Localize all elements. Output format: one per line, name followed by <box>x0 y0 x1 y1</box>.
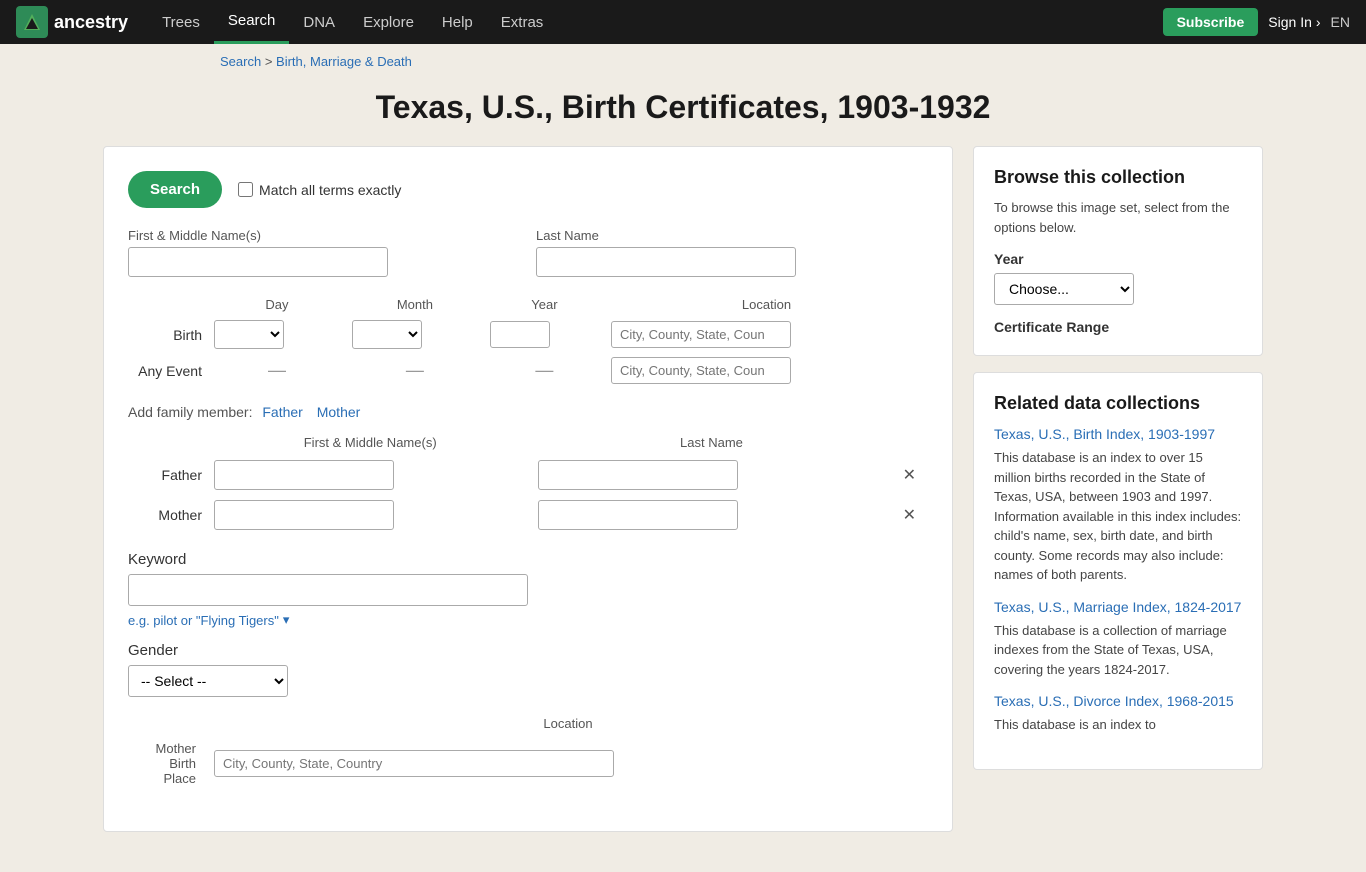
related-link-1[interactable]: Texas, U.S., Marriage Index, 1824-2017 <box>994 599 1242 615</box>
main-layout: Search Match all terms exactly First & M… <box>83 146 1283 872</box>
mother-label: Mother <box>128 495 208 535</box>
search-panel: Search Match all terms exactly First & M… <box>103 146 953 832</box>
signin-label: Sign In <box>1268 14 1312 30</box>
birth-day-select[interactable] <box>214 320 284 349</box>
col-month-header: Month <box>346 293 484 316</box>
father-last-name-input[interactable] <box>538 460 738 490</box>
nav-explore[interactable]: Explore <box>349 0 428 44</box>
subscribe-button[interactable]: Subscribe <box>1163 8 1259 36</box>
match-all-text: Match all terms exactly <box>259 182 401 198</box>
name-row: First & Middle Name(s) Last Name <box>128 228 928 277</box>
nav-links: Trees Search DNA Explore Help Extras <box>148 0 1163 44</box>
family-col-last: Last Name <box>532 430 890 455</box>
breadcrumb-separator: > <box>265 54 276 69</box>
keyword-section: Keyword e.g. pilot or "Flying Tigers" ▾ <box>128 551 928 628</box>
mother-birth-row: Mother BirthPlace <box>128 736 928 791</box>
father-first-name-input[interactable] <box>214 460 394 490</box>
keyword-hint-text: e.g. pilot or "Flying Tigers" <box>128 613 279 628</box>
nav-dna[interactable]: DNA <box>289 0 349 44</box>
mother-birth-place-section: Location Mother BirthPlace <box>128 711 928 791</box>
breadcrumb: Search > Birth, Marriage & Death <box>0 44 1366 79</box>
gender-label: Gender <box>128 642 928 659</box>
mother-birth-location-col: Location <box>208 711 928 736</box>
signin-arrow: › <box>1316 14 1321 30</box>
nav-search[interactable]: Search <box>214 0 290 44</box>
any-event-location-input[interactable] <box>611 357 791 384</box>
language-button[interactable]: EN <box>1331 14 1350 30</box>
add-family-label: Add family member: <box>128 404 252 420</box>
first-name-label: First & Middle Name(s) <box>128 228 520 243</box>
first-name-input[interactable] <box>128 247 388 277</box>
birth-row: Birth <box>128 316 928 353</box>
year-select[interactable]: Choose... <box>994 273 1134 305</box>
col-day-header: Day <box>208 293 346 316</box>
col-year-header: Year <box>484 293 605 316</box>
mother-last-name-input[interactable] <box>538 500 738 530</box>
father-remove-button[interactable]: ✕ <box>897 463 922 487</box>
birth-label: Birth <box>128 316 208 353</box>
breadcrumb-section-link[interactable]: Birth, Marriage & Death <box>276 54 412 69</box>
any-event-row: Any Event — — — <box>128 353 928 388</box>
related-title: Related data collections <box>994 393 1242 414</box>
any-event-month-dash: — <box>346 353 484 388</box>
keyword-hint-arrow: ▾ <box>283 612 290 628</box>
mother-remove-button[interactable]: ✕ <box>897 503 922 527</box>
birth-year-input[interactable] <box>490 321 550 348</box>
search-top-bar: Search Match all terms exactly <box>128 171 928 208</box>
gender-section: Gender -- Select -- Male Female Unknown <box>128 642 928 711</box>
search-button[interactable]: Search <box>128 171 222 208</box>
last-name-label: Last Name <box>536 228 928 243</box>
mother-birth-label: Mother BirthPlace <box>128 736 208 791</box>
related-link-2[interactable]: Texas, U.S., Divorce Index, 1968-2015 <box>994 693 1242 709</box>
related-desc-1: This database is a collection of marriag… <box>994 621 1242 680</box>
top-nav: ancestry Trees Search DNA Explore Help E… <box>0 0 1366 44</box>
ancestry-logo-icon <box>16 6 48 38</box>
match-all-checkbox[interactable] <box>238 182 253 197</box>
gender-select[interactable]: -- Select -- Male Female Unknown <box>128 665 288 697</box>
browse-box: Browse this collection To browse this im… <box>973 146 1263 356</box>
related-desc-0: This database is an index to over 15 mil… <box>994 448 1242 585</box>
browse-title: Browse this collection <box>994 167 1242 188</box>
add-mother-link[interactable]: Mother <box>317 404 361 420</box>
events-table: Day Month Year Location Birth <box>128 293 928 388</box>
related-link-0[interactable]: Texas, U.S., Birth Index, 1903-1997 <box>994 426 1242 442</box>
father-row: Father ✕ <box>128 455 928 495</box>
related-box: Related data collections Texas, U.S., Bi… <box>973 372 1263 770</box>
logo-text: ancestry <box>54 12 128 33</box>
match-all-label[interactable]: Match all terms exactly <box>238 182 401 198</box>
family-member-section: Add family member: Father Mother <box>128 404 928 420</box>
father-label: Father <box>128 455 208 495</box>
mother-birth-location-input[interactable] <box>214 750 614 777</box>
browse-desc: To browse this image set, select from th… <box>994 198 1242 237</box>
logo[interactable]: ancestry <box>16 6 128 38</box>
mother-row: Mother ✕ <box>128 495 928 535</box>
year-label: Year <box>994 251 1242 267</box>
page-title: Texas, U.S., Birth Certificates, 1903-19… <box>0 89 1366 126</box>
last-name-input[interactable] <box>536 247 796 277</box>
any-event-day-dash: — <box>208 353 346 388</box>
keyword-hint[interactable]: e.g. pilot or "Flying Tigers" ▾ <box>128 612 928 628</box>
first-name-group: First & Middle Name(s) <box>128 228 520 277</box>
any-event-label: Any Event <box>128 353 208 388</box>
last-name-group: Last Name <box>536 228 928 277</box>
family-table: First & Middle Name(s) Last Name Father … <box>128 430 928 535</box>
related-desc-2: This database is an index to <box>994 715 1242 735</box>
nav-extras[interactable]: Extras <box>487 0 558 44</box>
mother-first-name-input[interactable] <box>214 500 394 530</box>
family-col-first: First & Middle Name(s) <box>208 430 532 455</box>
nav-trees[interactable]: Trees <box>148 0 214 44</box>
col-location-header: Location <box>605 293 928 316</box>
keyword-label: Keyword <box>128 551 928 568</box>
signin-button[interactable]: Sign In › <box>1268 14 1320 30</box>
nav-right: Subscribe Sign In › EN <box>1163 8 1350 36</box>
nav-help[interactable]: Help <box>428 0 487 44</box>
add-father-link[interactable]: Father <box>262 404 302 420</box>
any-event-year-dash: — <box>484 353 605 388</box>
right-panel: Browse this collection To browse this im… <box>973 146 1263 832</box>
birth-month-select[interactable] <box>352 320 422 349</box>
keyword-input[interactable] <box>128 574 528 606</box>
breadcrumb-search-link[interactable]: Search <box>220 54 261 69</box>
cert-range-label: Certificate Range <box>994 319 1242 335</box>
birth-location-input[interactable] <box>611 321 791 348</box>
